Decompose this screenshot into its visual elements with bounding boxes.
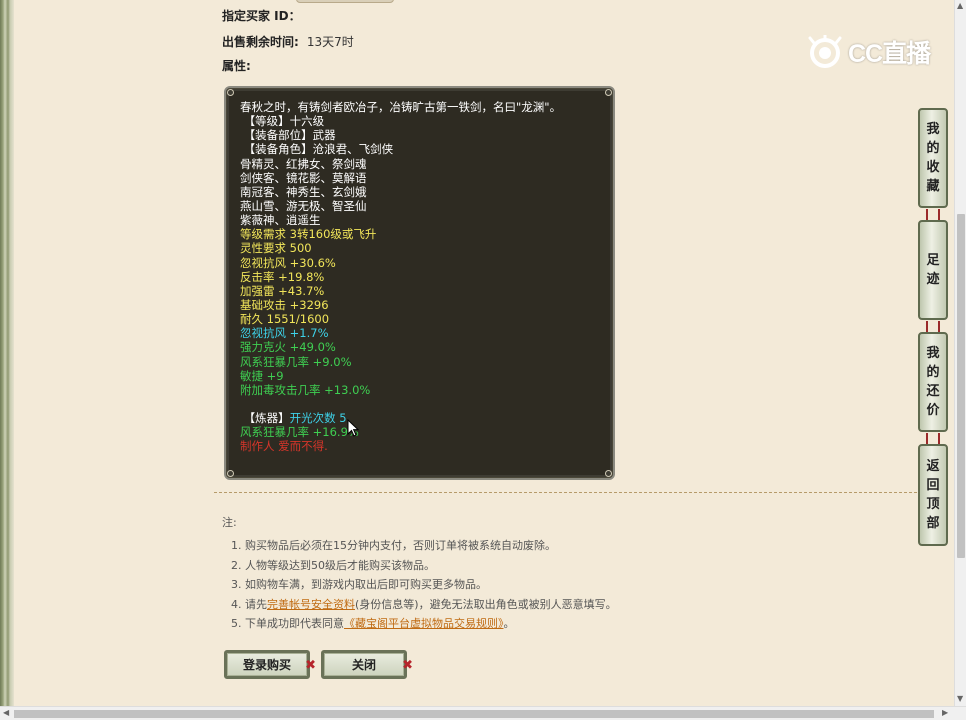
scroll-up-icon[interactable]: ▲ [957,1,963,10]
item-line: 制作人 爱而不得. [240,439,328,454]
attr-row: 属性: [222,57,251,74]
item-line: 骨精灵、红拂女、祭剑魂 [240,156,367,171]
note-item: 5. 下单成功即代表同意《藏宝阁平台虚拟物品交易规则》。 [231,614,617,634]
side-nav-char: 的 [926,141,940,156]
side-nav-char: 价 [926,403,940,418]
note-text: (身份信息等)，避免无法取出角色或被别人恶意填写。 [355,597,617,611]
note-text: 3. 如购物车满，到游戏内取出后即可购买更多物品。 [231,578,487,591]
item-line: 【装备角色】沧浪君、飞剑侠 [240,142,394,157]
side-nav-char: 回 [926,478,940,493]
note-item: 3. 如购物车满，到游戏内取出后即可购买更多物品。 [231,575,617,595]
item-line: 敏捷 +9 [240,368,284,383]
side-nav-char: 的 [926,365,940,380]
login-buy-button[interactable]: 登录购买 ✖ [224,650,316,679]
login-buy-label: 登录购买 [242,658,291,672]
section-divider [214,492,922,493]
item-line: 反击率 +19.8% [240,269,325,284]
side-nav-char: 我 [926,346,940,361]
item-line: 燕山雪、游无极、智圣仙 [240,198,367,213]
attr-label: 属性: [222,59,251,73]
side-nav-item[interactable]: 返回顶部 [918,444,948,546]
item-line [240,397,561,411]
note-item: 1. 购买物品后必须在15分钟内支付，否则订单将被系统自动废除。 [231,536,617,556]
note-link[interactable]: 完善帐号安全资料 [267,598,355,611]
side-nav-char: 顶 [926,497,940,512]
side-nav-char: 藏 [926,179,940,194]
corner-ornament [605,89,612,96]
cc-live-logo: CC直播 [808,35,936,69]
item-line: 剑侠客、镜花影、莫解语 [240,170,367,185]
vertical-scroll-thumb[interactable] [957,214,965,558]
horizontal-scrollbar[interactable]: ◀ ▶ [0,706,966,720]
side-nav-item[interactable]: 足迹 [918,220,948,320]
corner-ornament [227,89,234,96]
corner-ornament [605,470,612,477]
item-attribute-lines: 春秋之时，有铸剑者欧冶子，冶铸旷古第一铁剑，名曰"龙渊"。 【等级】十六级 【装… [240,100,561,454]
mouse-cursor-icon [347,419,359,437]
note-text: 。 [503,617,515,630]
notes-section: 注: 1. 购买物品后必须在15分钟内支付，否则订单将被系统自动废除。 2. 人物… [222,514,617,634]
item-line: 等级需求 3转160级或飞升 [240,227,377,242]
item-line: 风系狂暴几率 +16.9% [240,425,359,440]
side-nav-char: 还 [926,384,940,399]
refine-line: 【炼器】开光次数 5 [240,411,561,425]
side-nav-char: 我 [926,122,940,137]
note-text: 2. 人物等级达到50级后才能购买该物品。 [231,558,435,572]
item-line: 忽视抗风 +30.6% [240,255,336,270]
note-text: 4. 请先 [231,597,267,611]
logo-text: CC直播 [848,40,931,68]
item-line: 耐久 1551/1600 [240,312,330,327]
note-item: 2. 人物等级达到50级后才能购买该物品。 [231,556,617,576]
item-line: 紫薇神、逍遥生 [240,213,321,228]
time-label: 出售剩余时间: [222,35,299,49]
close-mark-icon: ✖ [402,658,413,673]
item-line: 附加毒攻击几率 +13.0% [240,382,371,397]
scroll-right-icon[interactable]: ▶ [942,708,948,717]
close-label: 关闭 [351,658,376,672]
horizontal-scroll-thumb[interactable] [14,710,934,718]
refine-prefix: 【炼器】 [240,411,290,426]
item-line: 【装备部位】武器 [240,128,336,143]
note-text: 1. 购买物品后必须在15分钟内支付，否则订单将被系统自动废除。 [231,539,556,552]
close-mark-icon: ✖ [305,658,316,673]
refine-label: 开光次数 [289,411,336,426]
buyer-id-row: 指定买家 ID： [222,7,301,24]
scroll-down-icon[interactable]: ▼ [957,694,963,703]
note-item: 4. 请先完善帐号安全资料(身份信息等)，避免无法取出角色或被别人恶意填写。 [231,595,617,615]
scroll-left-icon[interactable]: ◀ [3,708,9,717]
refine-value: 5 [335,411,347,426]
side-nav-char: 部 [926,516,940,531]
item-line: 基础攻击 +3296 [240,297,329,312]
item-line: 忽视抗风 +1.7% [240,326,329,341]
time-row: 出售剩余时间: 13天7时 [222,33,354,50]
side-nav-char: 迹 [926,272,940,287]
side-nav-char: 返 [926,459,940,474]
side-nav-char: 收 [926,160,940,175]
cc-logo-icon [808,35,842,68]
item-line: 春秋之时，有铸剑者欧冶子，冶铸旷古第一铁剑，名曰"龙渊"。 [240,100,562,114]
item-line: 南冠客、神秀生、玄剑娥 [240,184,367,199]
side-nav-item[interactable]: 我的收藏 [918,108,948,208]
item-line: 风系狂暴几率 +9.0% [240,354,352,369]
side-nav-char: 足 [926,253,940,268]
item-line: 【等级】十六级 [240,114,325,129]
vertical-scrollbar[interactable]: ▲ ▼ [954,0,966,706]
notes-list: 1. 购买物品后必须在15分钟内支付，否则订单将被系统自动废除。 2. 人物等级达… [231,536,617,634]
left-decorative-border [0,0,14,706]
corner-ornament [227,470,234,477]
note-link[interactable]: 《藏宝阁平台虚拟物品交易规则》 [344,617,504,630]
item-attribute-box: 春秋之时，有铸剑者欧冶子，冶铸旷古第一铁剑，名曰"龙渊"。 【等级】十六级 【装… [224,86,615,480]
side-nav-item[interactable]: 我的还价 [918,332,948,432]
item-line: 强力克火 +49.0% [240,340,336,355]
time-value: 13天7时 [306,35,354,49]
buyer-id-label: 指定买家 ID： [222,9,301,23]
top-tab-edge [296,0,394,3]
item-line: 灵性要求 500 [240,241,312,256]
close-button[interactable]: 关闭 ✖ [321,650,413,679]
item-line: 加强雷 +43.7% [240,283,325,298]
notes-title: 注: [222,516,237,529]
note-text: 5. 下单成功即代表同意 [231,617,344,630]
